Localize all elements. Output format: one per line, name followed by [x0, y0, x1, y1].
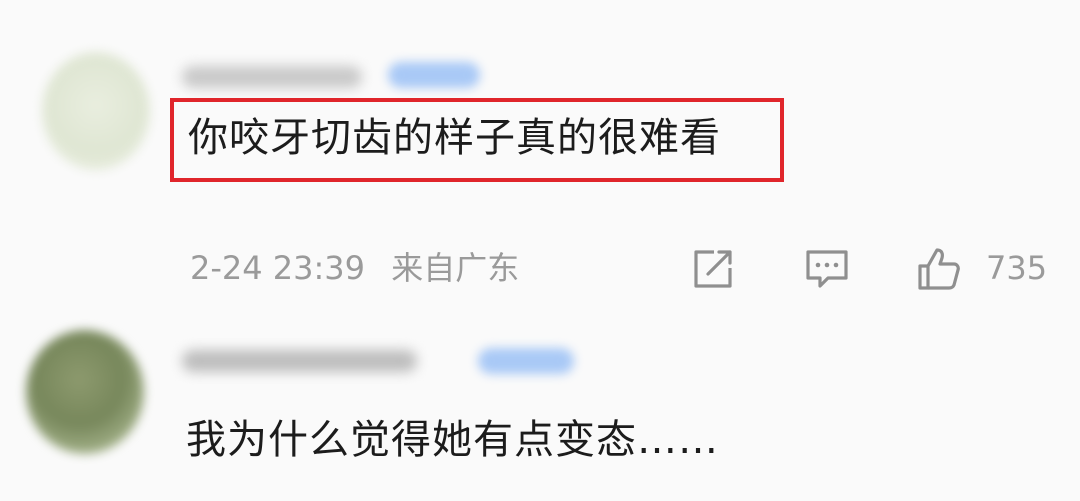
user-badge	[478, 348, 574, 374]
comment-item-2: 我为什么觉得她有点变态……	[0, 0, 1080, 501]
avatar[interactable]	[26, 330, 144, 454]
comment-text: 我为什么觉得她有点变态……	[186, 417, 719, 463]
username-blurred[interactable]	[182, 350, 417, 372]
